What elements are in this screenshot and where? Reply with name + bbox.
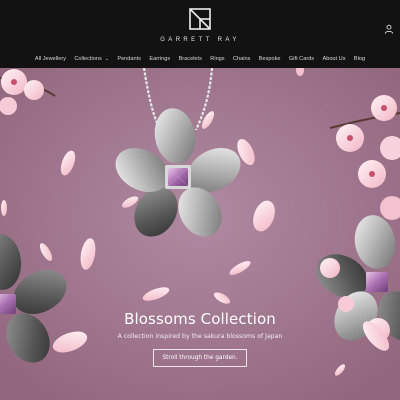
nav-item-blog[interactable]: Blog <box>354 55 365 64</box>
brand-name: GARRETT RAY <box>160 37 240 43</box>
page: GARRETT RAY All Jewellery Collections ⌄ P… <box>0 0 400 400</box>
hero-title: Blossoms Collection <box>124 310 276 328</box>
gr-monogram-icon <box>189 8 211 30</box>
nav-item-bespoke[interactable]: Bespoke <box>259 55 281 64</box>
nav-item-gift-cards[interactable]: Gift Cards <box>289 55 314 64</box>
nav-item-all-jewellery[interactable]: All Jewellery <box>35 55 66 64</box>
nav-item-bracelets[interactable]: Bracelets <box>179 55 202 64</box>
nav-item-rings[interactable]: Rings <box>210 55 224 64</box>
nav-item-collections[interactable]: Collections ⌄ <box>74 55 109 64</box>
brand-logo[interactable]: GARRETT RAY <box>0 8 400 48</box>
nav-item-earrings[interactable]: Earrings <box>149 55 170 64</box>
chevron-down-icon: ⌄ <box>104 56 109 62</box>
user-account-icon[interactable] <box>384 24 394 34</box>
hero-banner: Blossoms Collection A collection inspire… <box>0 68 400 400</box>
main-nav: All Jewellery Collections ⌄ Pendants Earr… <box>0 55 400 65</box>
hero-cta-button[interactable]: Stroll through the garden. <box>153 349 247 367</box>
nav-item-chains[interactable]: Chains <box>233 55 250 64</box>
site-header: GARRETT RAY All Jewellery Collections ⌄ P… <box>0 0 400 68</box>
nav-item-pendants[interactable]: Pendants <box>117 55 141 64</box>
nav-item-about-us[interactable]: About Us <box>322 55 345 64</box>
hero-subtitle: A collection inspired by the sakura blos… <box>117 333 283 340</box>
